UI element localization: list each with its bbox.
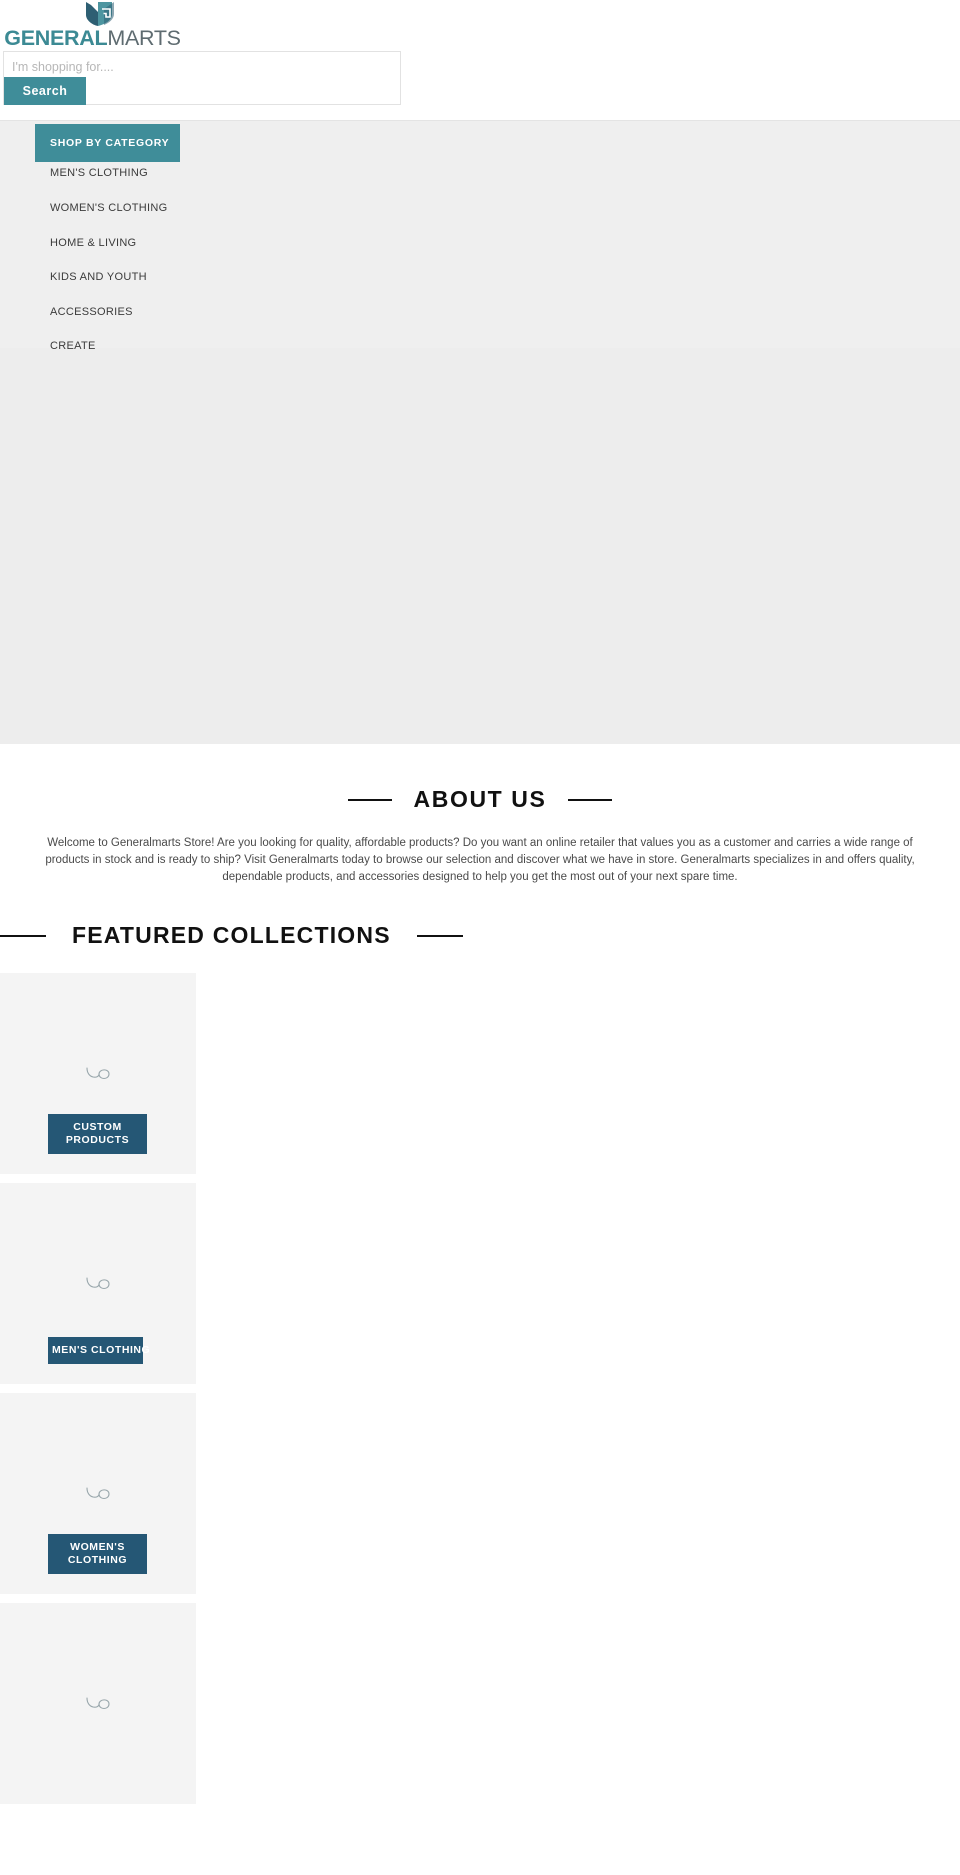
about-us-title: ABOUT US — [413, 786, 547, 812]
about-us-section: ABOUT US Welcome to Generalmarts Store! … — [0, 744, 960, 886]
search-bar: Search — [3, 51, 401, 105]
loading-spinner-icon — [86, 1276, 110, 1289]
logo-word-marts: MARTS — [107, 26, 181, 50]
featured-heading-rule-right — [416, 934, 463, 937]
loading-spinner-icon — [86, 1066, 110, 1079]
sidebar-item-kids-and-youth[interactable]: KIDS AND YOUTH — [50, 271, 147, 283]
heading-rule-left — [347, 798, 392, 801]
logo-word-general: GENERAL — [4, 26, 108, 50]
hero-banner — [0, 348, 960, 744]
search-button[interactable]: Search — [4, 77, 86, 105]
heading-rule-right — [568, 798, 613, 801]
logo-wordmark: GENERALMARTS — [4, 26, 181, 50]
featured-collections-title: FEATURED COLLECTIONS — [72, 922, 391, 948]
collection-card[interactable]: MEN'S CLOTHING — [0, 1183, 196, 1384]
shield-monogram-logo-icon — [85, 2, 114, 26]
site-logo[interactable]: GENERALMARTS — [4, 1, 181, 49]
collection-card[interactable] — [0, 1603, 196, 1804]
category-navigation: SHOP BY CATEGORY MEN'S CLOTHING WOMEN'S … — [0, 121, 960, 352]
collection-card[interactable]: CUSTOM PRODUCTS — [0, 973, 196, 1174]
loading-spinner-icon — [86, 1486, 110, 1499]
featured-collections-heading-row: FEATURED COLLECTIONS — [0, 922, 960, 949]
shop-by-category-header[interactable]: SHOP BY CATEGORY — [35, 124, 180, 162]
sidebar-item-mens-clothing[interactable]: MEN'S CLOTHING — [50, 167, 148, 179]
about-us-paragraph: Welcome to Generalmarts Store! Are you l… — [45, 837, 915, 883]
featured-heading-rule-left — [0, 934, 46, 937]
search-input[interactable] — [12, 56, 392, 78]
collection-card-list: CUSTOM PRODUCTS MEN'S CLOTHING WOMEN'S C… — [0, 973, 960, 1804]
featured-collections-section: FEATURED COLLECTIONS CUSTOM PRODUCTS MEN… — [0, 886, 960, 1804]
loading-spinner-icon — [86, 1696, 110, 1709]
collection-button-custom-products[interactable]: CUSTOM PRODUCTS — [48, 1114, 147, 1154]
sidebar-item-home-living[interactable]: HOME & LIVING — [50, 237, 136, 249]
sidebar-item-create[interactable]: CREATE — [50, 340, 96, 352]
collection-card[interactable]: WOMEN'S CLOTHING — [0, 1393, 196, 1594]
sidebar-item-womens-clothing[interactable]: WOMEN'S CLOTHING — [50, 202, 168, 214]
collection-button-mens-clothing[interactable]: MEN'S CLOTHING — [48, 1337, 150, 1364]
sidebar-item-accessories[interactable]: ACCESSORIES — [50, 306, 133, 318]
site-header: GENERALMARTS Search — [0, 0, 960, 121]
collection-button-womens-clothing[interactable]: WOMEN'S CLOTHING — [48, 1534, 147, 1574]
about-us-heading-row: ABOUT US — [0, 786, 960, 813]
